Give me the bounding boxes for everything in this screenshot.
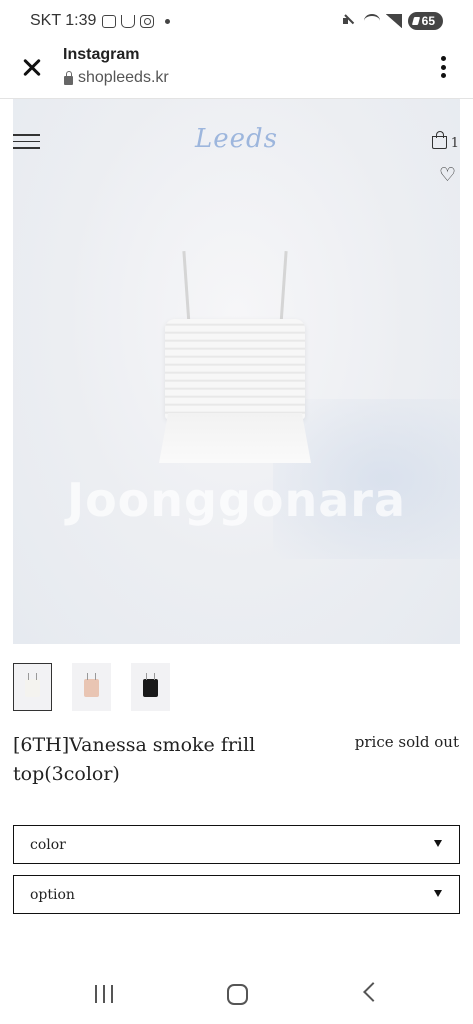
option-select-label: option [30,887,75,903]
gallery-icon [102,14,117,28]
thumbnail-1[interactable] [13,663,52,711]
product-garment-image [159,250,311,466]
cart-count[interactable]: 1 [451,136,459,151]
option-select[interactable]: option [13,875,460,914]
recents-icon[interactable] [95,985,115,1003]
garment-peplum [159,413,311,463]
product-main-image[interactable]: Leeds 1 ♡ Joonggonara [13,99,460,644]
heart-icon[interactable]: ♡ [439,165,459,185]
product-price: price sold out [354,733,459,751]
lock-icon [64,70,73,85]
status-right: 65 [342,12,443,30]
color-select[interactable]: color [13,825,460,864]
dropdown-arrow-icon [434,890,442,897]
thumbnail-strip [13,663,170,711]
garment-smocked-body [165,319,305,419]
thumbnail-3[interactable] [131,663,170,711]
product-title: [6TH]Vanessa smoke frill top(3color) [13,734,256,785]
browser-url[interactable]: shopleeds.kr [64,69,169,87]
battery-icon: 65 [407,12,443,30]
signal-icon [385,14,402,28]
thumbnail-3-image [143,673,158,697]
in-app-browser-bar: Instagram shopleeds.kr [0,44,473,99]
url-text: shopleeds.kr [78,69,169,86]
close-icon[interactable] [20,56,44,80]
thumbnail-2-image [84,673,99,697]
status-notification-icons [102,14,171,28]
instagram-icon [140,14,155,28]
home-icon[interactable] [227,984,248,1005]
back-icon[interactable] [363,982,383,1002]
brand-logo[interactable]: Leeds [13,124,460,154]
browser-title: Instagram [63,46,140,63]
watermark: Joonggonara [66,473,407,527]
mute-icon [342,14,358,28]
system-navigation-bar [0,970,473,1024]
status-bar: SKT 1:39 65 [0,0,473,44]
thumbnail-1-image [25,673,40,697]
kebab-menu-icon[interactable] [441,56,447,80]
garment-strap-left [182,250,191,327]
dropdown-arrow-icon [434,840,442,847]
garment-strap-right [279,250,288,327]
status-time: SKT 1:39 [30,12,97,29]
thumbnail-2[interactable] [72,663,111,711]
color-select-label: color [30,837,66,853]
shopping-bag-icon[interactable] [432,131,450,149]
status-left: SKT 1:39 [30,12,171,30]
wifi-icon [363,14,380,28]
cup-icon [121,14,136,28]
dot-icon [165,18,171,24]
